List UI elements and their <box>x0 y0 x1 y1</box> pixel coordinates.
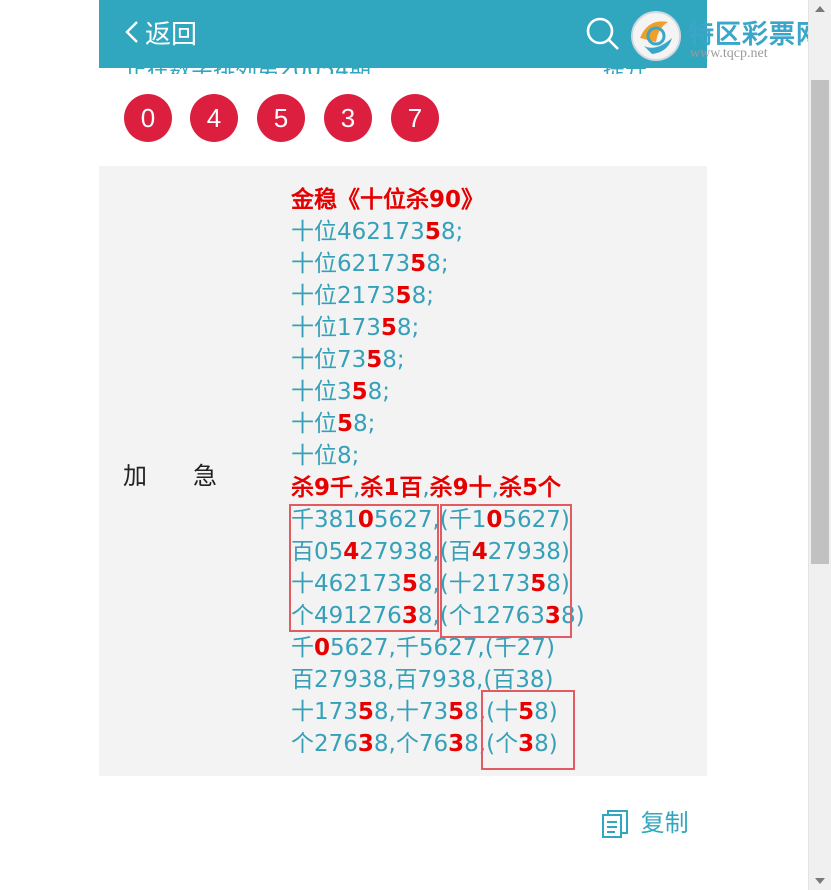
copy-button[interactable]: 复制 <box>601 803 689 839</box>
logo-url: www.tqcp.net <box>690 46 768 61</box>
prediction-text: 金稳《十位杀90》 十位46217358; 十位6217358; 十位21735… <box>291 184 585 760</box>
tens-line: 十位8; <box>291 443 360 469</box>
highlight-box-right <box>440 504 572 638</box>
scrollbar-thumb[interactable] <box>811 80 829 564</box>
row-label-char: 急 <box>193 462 217 490</box>
scroll-down-arrow-icon[interactable] <box>815 878 825 884</box>
back-button[interactable]: 返回 <box>125 18 197 53</box>
chevron-left-icon <box>125 19 139 53</box>
tens-line: 十位358; <box>291 379 391 405</box>
vertical-scrollbar[interactable] <box>808 0 831 890</box>
back-label: 返回 <box>145 20 198 50</box>
row-label-char: 加 <box>123 462 147 490</box>
tens-line: 十位46217358; <box>291 219 464 245</box>
copy-label: 复制 <box>640 809 689 837</box>
result-ball: 5 <box>257 94 305 142</box>
copy-document-icon <box>601 809 641 838</box>
result-ball: 4 <box>190 94 238 142</box>
scroll-up-arrow-icon[interactable] <box>815 6 825 12</box>
tens-line: 十位217358; <box>291 283 434 309</box>
kill-summary-line: 杀9千,杀1百,杀9十,杀5个 <box>291 475 561 501</box>
prediction-panel: 加急 金稳《十位杀90》 十位46217358; 十位6217358; 十位21… <box>99 166 707 776</box>
scrolled-title-row: 正在数字排列第20054期 提升 <box>125 52 685 74</box>
row-label: 加急 <box>123 456 217 491</box>
tens-line: 十位7358; <box>291 347 405 373</box>
prediction-title: 金稳《十位杀90》 <box>291 187 485 213</box>
result-ball: 3 <box>324 94 372 142</box>
upgrade-link[interactable]: 提升 <box>603 52 647 74</box>
tens-line: 十位58; <box>291 411 376 437</box>
tens-line: 十位17358; <box>291 315 420 341</box>
search-icon[interactable] <box>585 16 621 52</box>
result-ball: 0 <box>124 94 172 142</box>
tens-line: 十位6217358; <box>291 251 449 277</box>
issue-title: 正在数字排列第20054期 <box>125 58 371 74</box>
highlight-box-bottom <box>481 690 575 770</box>
result-ball: 7 <box>391 94 439 142</box>
highlight-box-left <box>289 504 439 632</box>
